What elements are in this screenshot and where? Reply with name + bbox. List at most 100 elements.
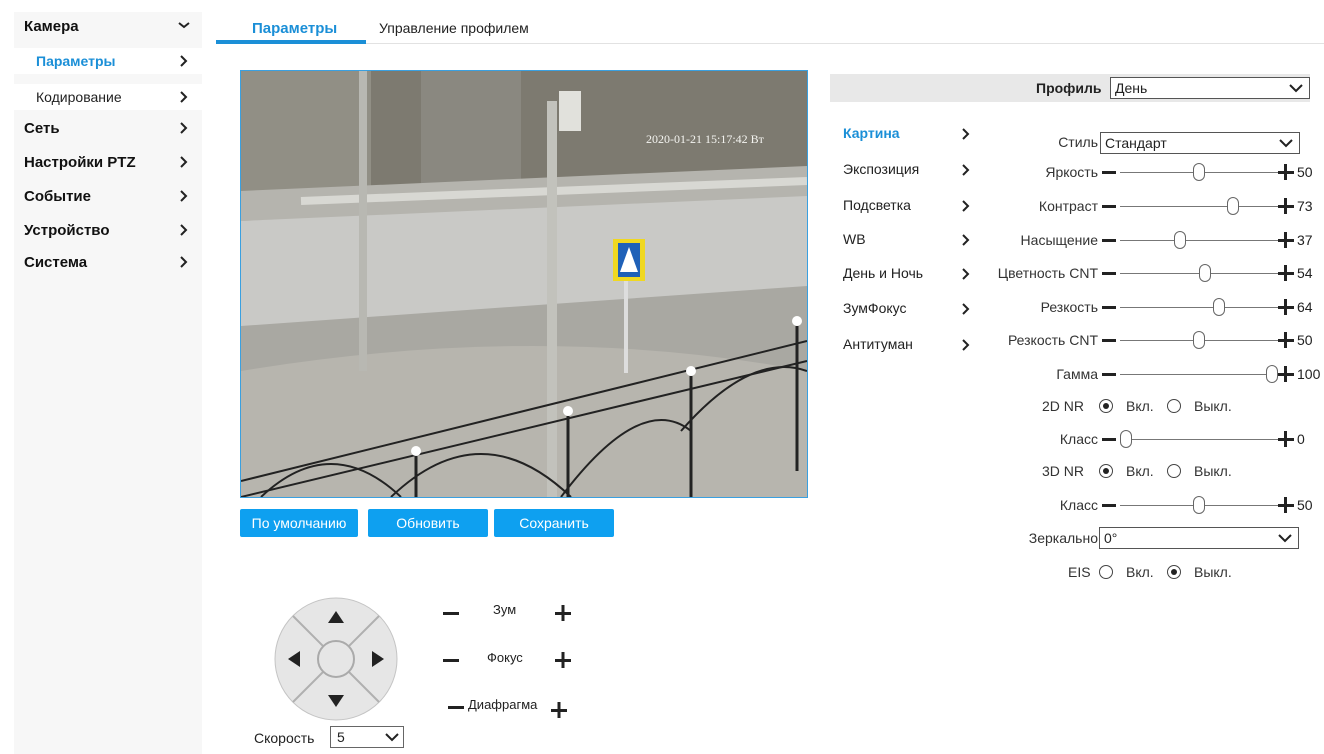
style-select[interactable]: Стандарт [1100,132,1300,154]
category-backlight[interactable]: Подсветка [843,197,911,213]
nr2d-label: 2D NR [1042,398,1085,414]
chevron-right-icon [962,200,970,212]
eis-on-radio[interactable] [1099,565,1113,579]
chevron-right-icon [962,234,970,246]
category-defog[interactable]: Антитуман [843,336,913,352]
contrast-label: Контраст [1038,198,1098,214]
nr3d-off-radio[interactable] [1167,464,1181,478]
slider-knob[interactable] [1198,264,1211,282]
slider-knob[interactable] [1120,430,1132,448]
sidebar-item-system[interactable]: Система [14,250,202,276]
plus-icon[interactable] [1278,431,1294,447]
speed-value: 5 [337,729,345,745]
zoom-out-icon[interactable] [441,603,461,623]
refresh-button[interactable]: Обновить [368,509,488,537]
sharpness-cnt-value: 50 [1297,332,1313,348]
sidebar-item-label: Настройки PTZ [24,154,136,171]
ptz-direction-pad[interactable] [274,597,398,721]
minus-icon[interactable] [1102,272,1116,275]
minus-icon[interactable] [1102,306,1116,309]
default-button[interactable]: По умолчанию [240,509,358,537]
plus-icon[interactable] [1278,198,1294,214]
nr2d-on-label: Вкл. [1126,398,1154,414]
nr3d-on-label: Вкл. [1126,463,1154,479]
chevron-right-icon [180,122,188,134]
tab-divider [216,43,1324,44]
brightness-slider[interactable] [1102,162,1294,182]
slider-knob[interactable] [1193,496,1205,514]
minus-icon[interactable] [1102,438,1116,441]
category-exposure[interactable]: Экспозиция [843,161,919,177]
saturation-slider[interactable] [1102,230,1294,250]
minus-icon[interactable] [1102,339,1116,342]
plus-icon[interactable] [1278,265,1294,281]
plus-icon[interactable] [1278,299,1294,315]
gamma-slider[interactable] [1102,364,1294,384]
eis-off-radio[interactable] [1167,565,1181,579]
category-wb[interactable]: WB [843,231,866,247]
sharpness-cnt-slider[interactable] [1102,330,1294,350]
nr2d-class-slider[interactable] [1102,429,1294,449]
chevron-right-icon [180,190,188,202]
chevron-right-icon [180,55,188,67]
minus-icon[interactable] [1102,171,1116,174]
minus-icon[interactable] [1102,205,1116,208]
mirror-select[interactable]: 0° [1099,527,1299,549]
slider-knob[interactable] [1213,298,1226,316]
category-picture[interactable]: Картина [843,125,900,141]
chevron-right-icon [180,224,188,236]
category-day-night[interactable]: День и Ночь [843,265,923,281]
speed-label: Скорость [254,730,315,746]
sidebar-item-parameters[interactable]: Параметры [14,48,202,74]
plus-icon[interactable] [1278,497,1294,513]
focus-near-icon[interactable] [441,650,461,670]
sidebar-item-ptz-settings[interactable]: Настройки PTZ [14,150,202,176]
nr2d-off-label: Выкл. [1194,398,1232,414]
focus-far-icon[interactable] [553,650,573,670]
nr3d-class-label: Класс [1059,497,1098,513]
profile-select[interactable]: День [1110,77,1310,99]
iris-close-icon[interactable] [446,697,466,717]
nr2d-off-radio[interactable] [1167,399,1181,413]
video-preview[interactable]: 2020-01-21 15:17:42 Вт [240,70,808,498]
tab-parameters[interactable]: Параметры [252,20,337,37]
chevron-right-icon [180,91,188,103]
slider-knob[interactable] [1226,197,1239,215]
sharpness-slider[interactable] [1102,297,1294,317]
sidebar-item-device[interactable]: Устройство [14,218,202,244]
nr3d-class-slider[interactable] [1102,495,1294,515]
plus-icon[interactable] [1278,164,1294,180]
video-timestamp: 2020-01-21 15:17:42 Вт [646,132,765,146]
plus-icon[interactable] [1278,366,1294,382]
minus-icon[interactable] [1102,239,1116,242]
iris-open-icon[interactable] [549,700,569,720]
tab-profile-management[interactable]: Управление профилем [379,20,529,36]
nr3d-on-radio[interactable] [1099,464,1113,478]
mirror-label: Зеркально [1028,530,1098,546]
slider-knob[interactable] [1193,163,1205,181]
minus-icon[interactable] [1102,504,1116,507]
plus-icon[interactable] [1278,332,1294,348]
sharpness-cnt-label: Резкость CNT [1007,332,1098,348]
nr2d-class-value: 0 [1297,431,1305,447]
sidebar-item-encoding[interactable]: Кодирование [14,84,202,110]
sidebar-item-label: Сеть [24,120,60,137]
speed-select[interactable]: 5 [330,726,404,748]
sidebar-item-camera[interactable]: Камера [14,14,202,40]
save-button[interactable]: Сохранить [494,509,614,537]
contrast-slider[interactable] [1102,196,1294,216]
slider-knob[interactable] [1174,231,1187,249]
zoom-in-icon[interactable] [553,603,573,623]
chroma-cnt-slider[interactable] [1102,263,1294,283]
category-zoom-focus[interactable]: ЗумФокус [843,300,906,316]
plus-icon[interactable] [1278,232,1294,248]
sidebar-item-event[interactable]: Событие [14,184,202,210]
slider-track [1120,307,1278,308]
sidebar-item-network[interactable]: Сеть [14,116,202,142]
chroma-cnt-value: 54 [1297,265,1313,281]
mirror-value: 0° [1104,530,1118,546]
minus-icon[interactable] [1102,373,1116,376]
slider-knob[interactable] [1193,331,1205,349]
slider-knob[interactable] [1266,365,1278,383]
nr2d-on-radio[interactable] [1099,399,1113,413]
